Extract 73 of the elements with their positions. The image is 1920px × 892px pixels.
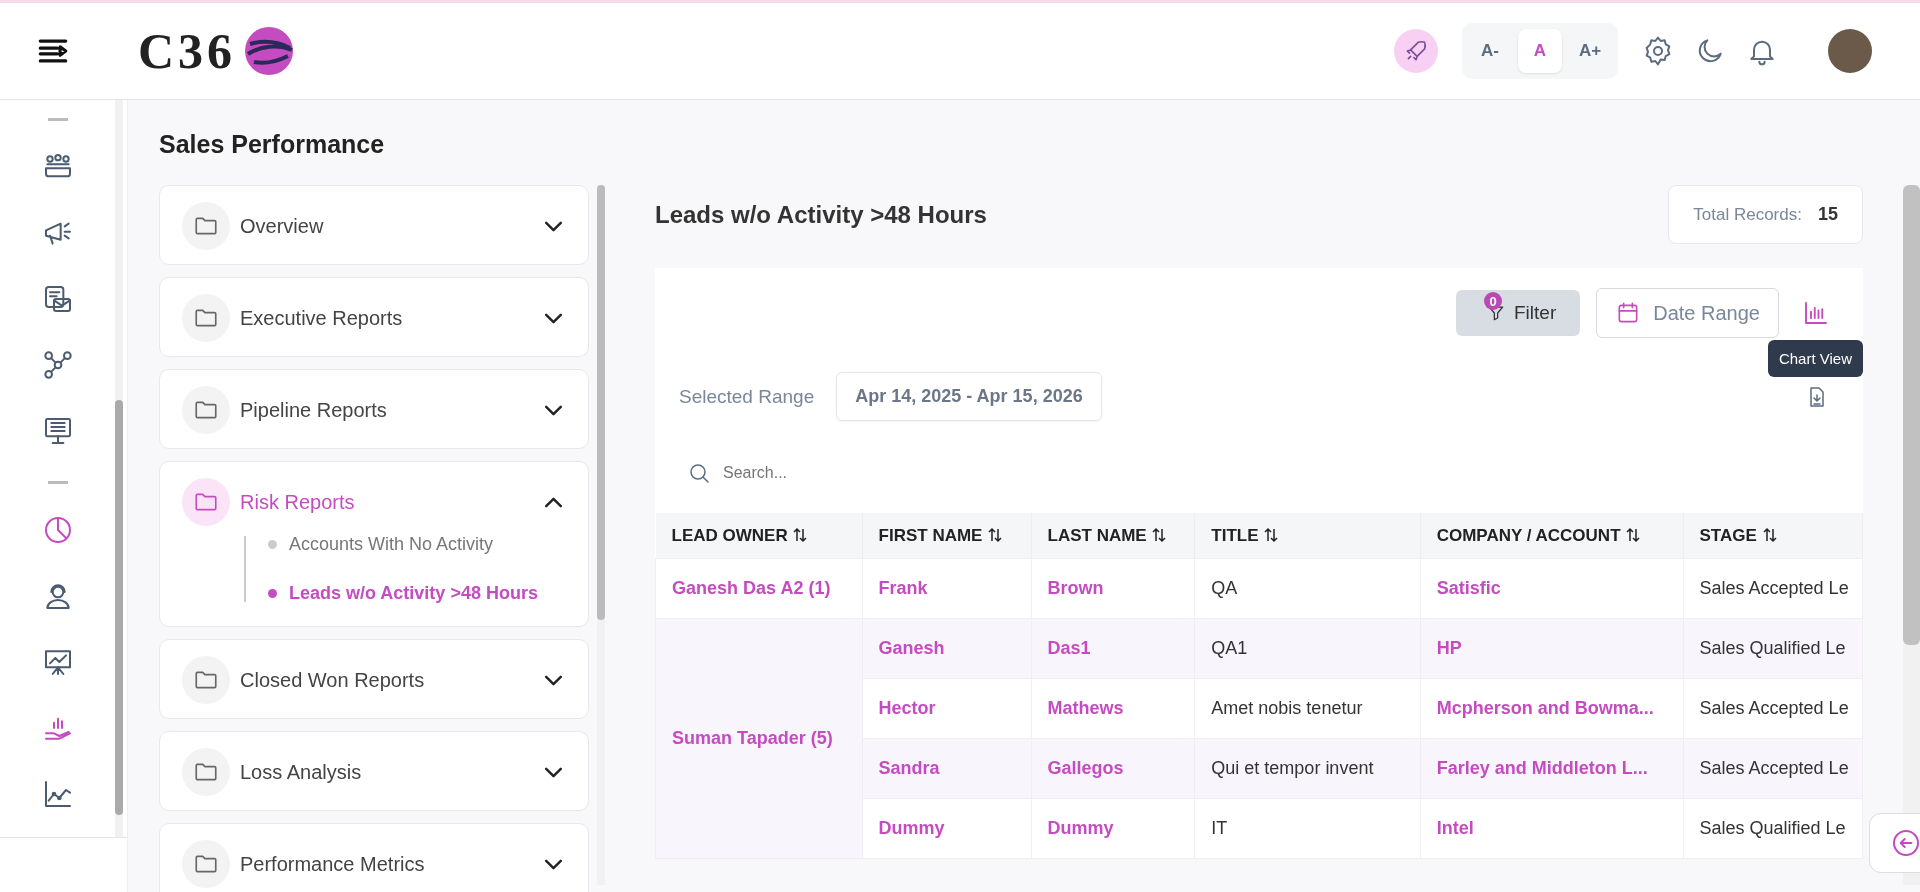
font-size-button[interactable]: A	[1518, 29, 1562, 73]
chevron-down-icon	[545, 858, 562, 870]
report-link[interactable]: Accounts With No Activity	[289, 534, 494, 555]
stage-cell: Sales Accepted Le	[1699, 758, 1849, 778]
stage-cell: Sales Qualified Le	[1699, 638, 1846, 658]
sort-icon[interactable]	[1625, 526, 1642, 543]
title-cell: QA1	[1211, 638, 1248, 658]
chevron-down-icon	[545, 766, 562, 778]
chevron-up-icon	[545, 496, 562, 508]
report-group-header[interactable]: Executive Reports	[182, 294, 566, 342]
company-cell[interactable]: Intel	[1436, 818, 1474, 838]
column-header[interactable]: STAGE	[1683, 513, 1863, 559]
filter-button[interactable]: 0 Filter	[1456, 290, 1581, 336]
date-range-button[interactable]: Date Range	[1596, 288, 1779, 338]
chart-view-tooltip: Chart View	[1767, 340, 1863, 377]
title-cell: Amet nobis tenetur	[1211, 698, 1363, 718]
report-group-header[interactable]: Risk Reports	[182, 478, 566, 526]
report-group-header[interactable]: Pipeline Reports	[182, 386, 566, 434]
title-cell: IT	[1211, 818, 1228, 838]
sort-icon[interactable]	[1761, 526, 1778, 543]
last-name-cell[interactable]: Das1	[1047, 638, 1091, 658]
company-cell[interactable]: Satisfic	[1436, 578, 1501, 598]
column-header[interactable]: LEAD OWNER	[655, 513, 863, 559]
first-name-cell[interactable]: Dummy	[878, 818, 945, 838]
font-size-button[interactable]: A-	[1468, 29, 1512, 73]
column-header[interactable]: FIRST NAME	[862, 513, 1032, 559]
sort-icon[interactable]	[792, 526, 809, 543]
report-group-header[interactable]: Performance Metrics	[182, 840, 566, 888]
column-header[interactable]: TITLE	[1194, 513, 1421, 559]
report-link[interactable]: Leads w/o Activity >48 Hours	[289, 583, 538, 604]
scrollbar-thumb[interactable]	[597, 185, 605, 620]
first-name-cell[interactable]: Ganesh	[878, 638, 945, 658]
filter-count-badge: 0	[1484, 292, 1502, 310]
total-records-label: Total Records:	[1693, 204, 1802, 225]
company-cell[interactable]: HP	[1436, 638, 1462, 658]
first-name-cell[interactable]: Sandra	[878, 758, 940, 778]
last-name-cell[interactable]: Gallegos	[1047, 758, 1124, 778]
stage-cell: Sales Qualified Le	[1699, 818, 1846, 838]
chevron-down-icon	[545, 312, 562, 324]
nodes-icon[interactable]	[41, 349, 74, 381]
lead-owner-cell[interactable]: Suman Tapader (5)	[672, 728, 833, 748]
column-header[interactable]: COMPANY / ACCOUNT	[1420, 513, 1684, 559]
last-name-cell[interactable]: Brown	[1047, 578, 1104, 598]
page-title: Sales Performance	[159, 130, 386, 159]
user-avatar[interactable]	[1828, 29, 1872, 73]
report-group-header[interactable]: Loss Analysis	[182, 748, 566, 796]
total-records-value: 15	[1817, 204, 1838, 225]
report-group-header[interactable]: Closed Won Reports	[182, 656, 566, 704]
selected-range-value: Apr 14, 2025 - Apr 15, 2026	[836, 372, 1102, 421]
title-cell: QA	[1211, 578, 1238, 598]
last-name-cell[interactable]: Mathews	[1047, 698, 1124, 718]
search-icon	[687, 461, 711, 485]
first-name-cell[interactable]: Hector	[878, 698, 936, 718]
font-size-button[interactable]: A+	[1568, 29, 1612, 73]
rocket-button[interactable]	[1394, 29, 1438, 73]
sort-icon[interactable]	[1263, 526, 1280, 543]
report-title: Leads w/o Activity >48 Hours	[655, 200, 988, 229]
last-name-cell[interactable]: Dummy	[1047, 818, 1114, 838]
report-group-header[interactable]: Overview	[182, 202, 566, 250]
column-header[interactable]: LAST NAME	[1031, 513, 1195, 559]
scrollbar-thumb[interactable]	[1903, 185, 1920, 645]
sort-icon[interactable]	[1151, 526, 1168, 543]
scrollbar-thumb[interactable]	[115, 400, 123, 815]
first-name-cell[interactable]: Frank	[878, 578, 928, 598]
chevron-down-icon	[545, 220, 562, 232]
sort-icon[interactable]	[987, 526, 1004, 543]
logo-text: C36	[138, 22, 237, 80]
chevron-down-icon	[545, 674, 562, 686]
stage-cell: Sales Accepted Le	[1699, 698, 1849, 718]
title-cell: Qui et tempor invent	[1211, 758, 1374, 778]
chevron-down-icon	[545, 404, 562, 416]
selected-range-label: Selected Range	[679, 385, 815, 408]
stage-cell: Sales Accepted Le	[1699, 578, 1849, 598]
